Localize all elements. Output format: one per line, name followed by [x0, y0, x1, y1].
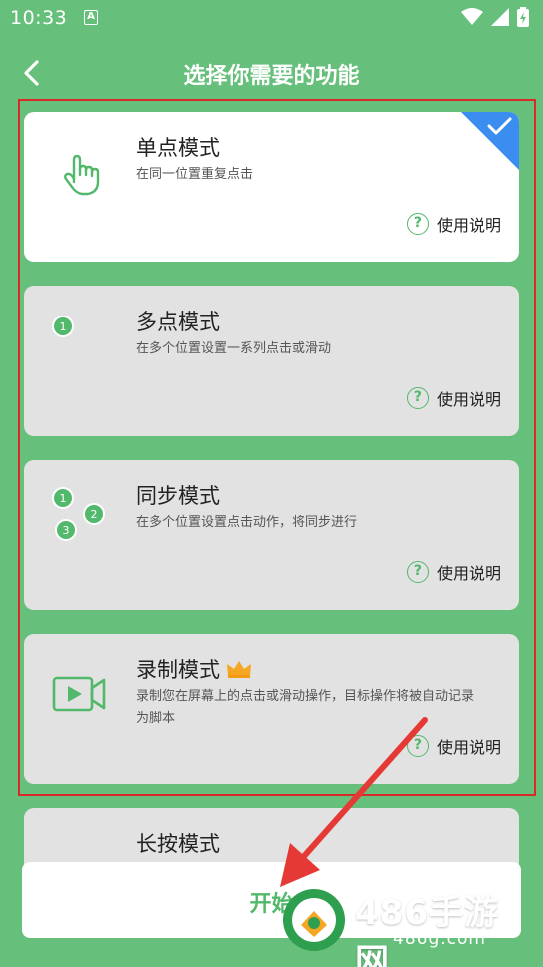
help-link[interactable]: ? 使用说明 [406, 212, 501, 236]
help-link[interactable]: ? 使用说明 [406, 386, 501, 410]
signal-icon [491, 8, 509, 26]
watermark-url: 486g.com [393, 929, 486, 949]
selected-check-icon [461, 112, 519, 170]
question-icon: ? [406, 387, 429, 409]
point-marker-icon: 1 [52, 316, 74, 337]
status-bar: 10:33 A [0, 0, 543, 36]
wifi-icon [461, 8, 483, 25]
mode-card-sync[interactable]: 1 2 3 同步模式 在多个位置设置点击动作，将同步进行 ? 使用说明 [24, 460, 519, 610]
mode-description: 在同一位置重复点击 [136, 167, 254, 182]
help-link[interactable]: ? 使用说明 [406, 560, 501, 584]
mode-title: 录制模式 [136, 654, 252, 684]
app-bar: 选择你需要的功能 [0, 48, 543, 98]
crown-icon [227, 661, 251, 678]
mode-title: 长按模式 [136, 832, 220, 856]
battery-icon [517, 7, 529, 27]
point-badge-3: 3 [63, 524, 70, 537]
mode-description: 在多个位置设置一系列点击或滑动 [136, 341, 332, 356]
mode-description: 在多个位置设置点击动作，将同步进行 [136, 515, 358, 530]
point-badge-1: 1 [60, 320, 67, 333]
watermark-logo-icon [283, 889, 345, 951]
mode-card-multi[interactable]: 1 多点模式 在多个位置设置一系列点击或滑动 ? 使用说明 [24, 286, 519, 436]
mode-card-single[interactable]: 单点模式 在同一位置重复点击 ? 使用说明 [24, 112, 519, 262]
watermark-title: 486手游网 [355, 893, 499, 967]
status-time: 10:33 [10, 7, 68, 29]
point-badge-1: 1 [60, 492, 67, 505]
help-label: 使用说明 [436, 564, 501, 583]
point-badge-2: 2 [91, 508, 98, 521]
watermark: 486手游网 486g.com [273, 879, 533, 967]
notification-icon: A [84, 10, 98, 25]
annotation-arrow-icon [280, 717, 428, 887]
question-icon: ? [406, 213, 429, 235]
help-label: 使用说明 [436, 738, 501, 757]
mode-title: 同步模式 [136, 484, 220, 508]
mode-title: 单点模式 [136, 136, 220, 160]
question-icon: ? [406, 561, 429, 583]
video-camera-icon [52, 676, 106, 712]
mode-title: 多点模式 [136, 310, 220, 334]
help-label: 使用说明 [436, 216, 501, 235]
status-icons [461, 7, 529, 27]
page-title: 选择你需要的功能 [183, 64, 360, 89]
hand-tap-icon [64, 154, 100, 196]
multi-point-icon: 1 2 3 [52, 487, 105, 541]
help-label: 使用说明 [436, 390, 501, 409]
